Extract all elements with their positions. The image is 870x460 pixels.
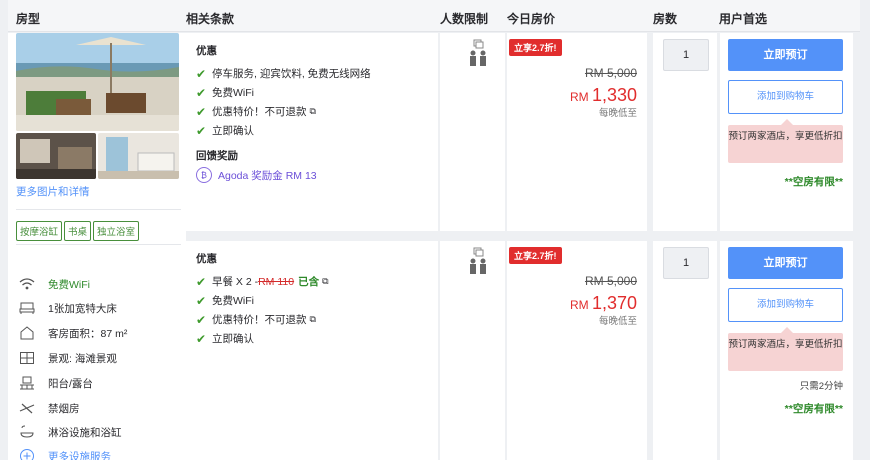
- more-facilities-link[interactable]: 更多设施服务: [18, 448, 111, 460]
- chip-jacuzzi: 按摩浴缸: [16, 221, 63, 241]
- chip-desk: 书桌: [64, 221, 92, 241]
- agoda-coin-icon: ₿: [196, 167, 212, 183]
- benefit-item: ✔ 立即确认: [196, 123, 254, 138]
- facility-balcony: 阳台/露台: [18, 375, 93, 391]
- benefit-item: ✔ 停车服务, 迎宾饮料, 免费无线网络: [196, 66, 371, 81]
- original-price: RM 5,000: [584, 274, 637, 288]
- add-to-cart-button[interactable]: 添加到购物车: [728, 288, 843, 322]
- no-smoking-icon: [18, 400, 36, 416]
- facility-bed: 1张加宽特大床: [18, 300, 117, 316]
- header-conditions: 相关条款: [186, 12, 235, 26]
- check-icon: ✔: [196, 331, 207, 346]
- header-occupancy: 人数限制: [440, 12, 489, 26]
- shower-icon: [18, 424, 36, 440]
- occupancy-icon[interactable]: [468, 247, 488, 280]
- balcony-icon: [18, 375, 36, 391]
- reward-title: 回馈奖励: [196, 150, 238, 162]
- offer-row-2: 优惠 ✔ 早餐 X 2 - RM 110 已含 ⧉ ✔ 免费WiFi ✔ 优惠特价！不可退…: [186, 241, 853, 460]
- book-now-button[interactable]: 立即预订: [728, 247, 843, 279]
- facility-room-size: 客房面积：87 m²: [18, 325, 127, 341]
- book-now-button[interactable]: 立即预订: [728, 39, 843, 71]
- per-night-label: 每晚低至: [598, 108, 637, 119]
- facility-shower: 淋浴设施和浴缸: [18, 424, 122, 440]
- info-icon[interactable]: ⧉: [310, 314, 316, 325]
- deal-badge: 立享2.7折!: [509, 39, 562, 56]
- offer-1-actions: 立即预订 添加到购物车 预订两家酒店，享更低折扣 **空房有限**: [720, 33, 853, 231]
- occupancy-icon[interactable]: [468, 39, 488, 72]
- current-price: RM 1,330: [569, 85, 637, 105]
- room-photo-thumb-1[interactable]: [16, 133, 96, 179]
- limited-availability: **空房有限**: [784, 176, 843, 188]
- offer-2-rooms: 1: [653, 241, 717, 460]
- deal-badge: 立享2.7折!: [509, 247, 562, 264]
- room-qty-select[interactable]: 1: [663, 39, 709, 71]
- benefit-item: ✔ 立即确认: [196, 331, 254, 346]
- house-icon: [18, 325, 36, 341]
- original-price: RM 5,000: [584, 66, 637, 80]
- offer-2-conditions: 优惠 ✔ 早餐 X 2 - RM 110 已含 ⧉ ✔ 免费WiFi ✔ 优惠特价！不可退…: [186, 241, 438, 460]
- check-icon: ✔: [196, 312, 207, 327]
- room-photo-thumb-2[interactable]: [98, 133, 179, 179]
- bundle-tip: 预订两家酒店，享更低折扣: [728, 119, 843, 163]
- check-icon: ✔: [196, 293, 207, 308]
- check-icon: ✔: [196, 85, 207, 100]
- current-price: RM 1,370: [569, 293, 637, 313]
- benefit-item[interactable]: ✔ 优惠特价！不可退款 ⧉: [196, 102, 428, 121]
- reward-info[interactable]: ₿ Agoda 奖励金 RM 13: [196, 167, 428, 183]
- offer-1-rooms: 1: [653, 33, 717, 231]
- benefits-title: 优惠: [196, 45, 217, 57]
- plus-circle-icon: [18, 448, 36, 460]
- check-icon: ✔: [196, 274, 207, 289]
- benefit-item: ✔ 免费WiFi: [196, 293, 254, 308]
- header-room-type: 房型: [16, 12, 41, 26]
- add-to-cart-button[interactable]: 添加到购物车: [728, 80, 843, 114]
- benefit-item: ✔ 免费WiFi: [196, 85, 254, 100]
- check-icon: ✔: [196, 66, 207, 81]
- offer-1-price: 立享2.7折! RM 5,000 RM 1,330 每晚低至: [507, 33, 647, 231]
- info-icon[interactable]: ⧉: [322, 276, 328, 287]
- offer-row-1: 优惠 ✔ 停车服务, 迎宾饮料, 免费无线网络 ✔ 免费WiFi ✔ 优惠特价！不可退…: [186, 33, 853, 231]
- room-feature-chips: 按摩浴缸 书桌 独立浴室: [16, 221, 141, 241]
- offer-1-conditions: 优惠 ✔ 停车服务, 迎宾饮料, 免费无线网络 ✔ 免费WiFi ✔ 优惠特价！不可退…: [186, 33, 438, 231]
- bed-icon: [18, 300, 36, 316]
- window-view-icon: [18, 350, 36, 366]
- header-rooms: 房数: [653, 12, 678, 26]
- check-icon: ✔: [196, 104, 207, 119]
- per-night-label: 每晚低至: [598, 316, 637, 327]
- offer-1-occupancy: [440, 33, 505, 231]
- offer-2-actions: 立即预订 添加到购物车 预订两家酒店，享更低折扣 只需2分钟 **空房有限**: [720, 241, 853, 460]
- header-today-price: 今日房价: [507, 12, 556, 26]
- table-header: 房型 相关条款 人数限制 今日房价 房数 用户首选: [8, 0, 860, 32]
- more-photos-link[interactable]: 更多图片和详情: [16, 184, 90, 199]
- chip-private-bathroom: 独立浴室: [93, 221, 140, 241]
- benefit-item-breakfast[interactable]: ✔ 早餐 X 2 - RM 110 已含 ⧉: [196, 272, 428, 291]
- facility-no-smoking: 禁烟房: [18, 400, 80, 416]
- room-qty-select[interactable]: 1: [663, 247, 709, 279]
- limited-availability: **空房有限**: [784, 403, 843, 415]
- check-icon: ✔: [196, 123, 207, 138]
- wifi-icon: [18, 276, 36, 292]
- bundle-tip: 预订两家酒店，享更低折扣: [728, 327, 843, 371]
- header-user-choice: 用户首选: [719, 12, 768, 26]
- room-main-photo[interactable]: [16, 33, 179, 131]
- facility-view: 景观: 海滩景观: [18, 350, 117, 366]
- benefits-title: 优惠: [196, 253, 217, 265]
- facility-wifi: 免费WiFi: [18, 276, 90, 292]
- offer-2-price: 立享2.7折! RM 5,000 RM 1,370 每晚低至: [507, 241, 647, 460]
- info-icon[interactable]: ⧉: [310, 106, 316, 117]
- benefit-item[interactable]: ✔ 优惠特价！不可退款 ⧉: [196, 310, 428, 329]
- offer-2-occupancy: [440, 241, 505, 460]
- room-info-panel: 更多图片和详情 按摩浴缸 书桌 独立浴室 免费WiFi 1张加宽特大床 客房面积：8…: [8, 33, 186, 460]
- booking-time-note: 只需2分钟: [799, 381, 843, 392]
